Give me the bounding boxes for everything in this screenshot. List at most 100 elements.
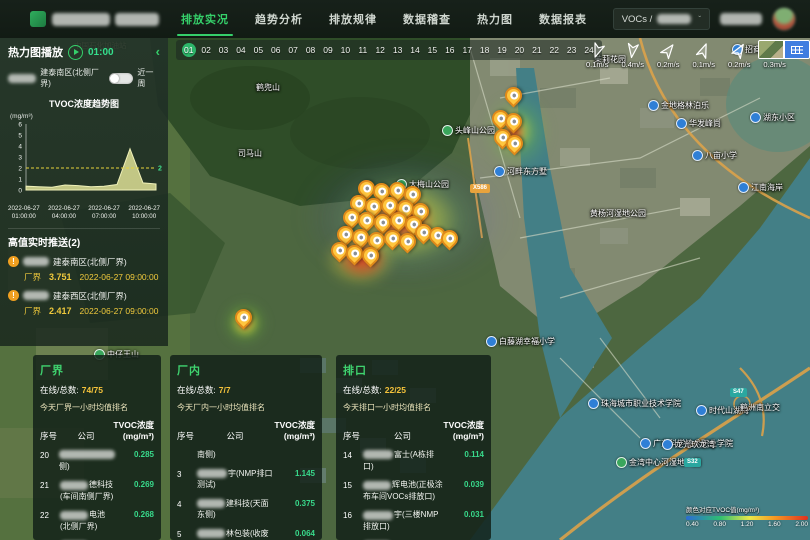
poi-icon — [486, 336, 497, 347]
play-button[interactable] — [68, 45, 83, 60]
company-cell: 富士(A栋排口) — [363, 449, 444, 472]
pollutant-value-redacted — [657, 14, 691, 24]
timeline-hour[interactable]: 18 — [478, 45, 492, 55]
nav-tab[interactable]: 趋势分析 — [255, 11, 303, 27]
wind-speed: 0.2m/s — [728, 60, 751, 69]
table-row[interactable]: 20侧)0.285 — [40, 449, 154, 472]
timeline-hour[interactable]: 20 — [512, 45, 526, 55]
timeline-hour[interactable]: 11 — [356, 45, 370, 55]
wind-speed: 0.1m/s — [692, 60, 715, 69]
company-redacted — [363, 481, 391, 490]
wind-arrow-icon — [727, 39, 750, 62]
table-row[interactable]: 14富士(A栋排口)0.114 — [343, 449, 484, 472]
table-row[interactable]: 15辉电池(正极涂布车间VOCs排放口)0.039 — [343, 479, 484, 502]
timeline-hour[interactable]: 02 — [199, 45, 213, 55]
nav-tab[interactable]: 数据稽查 — [403, 11, 451, 27]
heatmap-playback-title: 热力图播放 — [8, 44, 63, 60]
table-row[interactable]: 3宇(NMP排口测试)1.145 — [177, 468, 315, 491]
poi-icon — [696, 405, 707, 416]
alert-station: 建泰西区(北侧厂界) — [53, 290, 127, 302]
table-row[interactable]: 16宇(三楼NMP排放口)0.031 — [343, 509, 484, 532]
rank-title: 今天厂界一小时均值排名 — [40, 402, 154, 413]
legend-title: 颜色对应TVOC值(mg/m³) — [686, 504, 808, 514]
username-redacted — [720, 13, 762, 25]
col-company: 公司 — [363, 430, 442, 442]
legend-gradient-bar — [686, 516, 808, 520]
range-label: 近一周 — [137, 67, 160, 89]
collapse-chevron-icon[interactable]: ‹ — [156, 47, 160, 57]
company-redacted — [197, 499, 225, 508]
timeline-hour[interactable]: 08 — [304, 45, 318, 55]
tvoc-value: 0.269 — [114, 479, 154, 491]
map-satellite-button[interactable] — [758, 40, 784, 59]
wind-arrow-icon — [693, 39, 715, 61]
timeline-hour[interactable]: 14 — [408, 45, 422, 55]
company-redacted — [23, 291, 49, 300]
map-place-label: 江南海岸 — [738, 182, 783, 193]
timeline-hour[interactable]: 16 — [443, 45, 457, 55]
nav-tab[interactable]: 排放规律 — [329, 11, 377, 27]
trend-chart-unit: (mg/m³) — [10, 113, 160, 120]
timeline-hour[interactable]: 19 — [495, 45, 509, 55]
timeline-hour[interactable]: 15 — [425, 45, 439, 55]
col-company: 公司 — [60, 430, 112, 442]
timeline-hour[interactable]: 12 — [373, 45, 387, 55]
timeline-hour[interactable]: 01 — [182, 43, 196, 57]
table-row[interactable]: 22电池(北侧厂界)0.268 — [40, 509, 154, 532]
poi-icon — [750, 112, 761, 123]
col-no: 序号 — [40, 430, 60, 442]
wind-indicators: 0.1m/s0.4m/s0.2m/s0.1m/s0.2m/s0.3m/s — [586, 42, 786, 69]
svg-text:4: 4 — [18, 144, 22, 151]
timeline-hour[interactable]: 03 — [217, 45, 231, 55]
company-cell: 德科技(车间南侧厂界) — [60, 479, 114, 502]
nav-tab[interactable]: 排放实况 — [181, 11, 229, 27]
timeline-hour[interactable]: 04 — [234, 45, 248, 55]
online-label: 在线/总数: — [40, 385, 79, 395]
company-cell: 南侧) — [197, 449, 275, 461]
timeline-hour[interactable]: 21 — [530, 45, 544, 55]
map-place-label: 湖东小区 — [750, 112, 795, 123]
map-place-label: 头峰山公园 — [442, 125, 495, 136]
timeline-hour[interactable]: 06 — [269, 45, 283, 55]
timeline-hour[interactable]: 23 — [565, 45, 579, 55]
alert-time: 2022-06-27 09:00:00 — [80, 272, 159, 282]
pollutant-select[interactable]: VOCs / ˇ — [613, 8, 710, 30]
timeline-hour[interactable]: 13 — [391, 45, 405, 55]
timeline-hour[interactable]: 10 — [338, 45, 352, 55]
alert-item[interactable]: !建泰南区(北侧厂界)厂界3.7512022-06-27 09:00:00 — [8, 256, 160, 283]
alert-item[interactable]: !建泰西区(北侧厂界)厂界2.4172022-06-27 09:00:00 — [8, 290, 160, 317]
station-name: 建泰南区(北侧厂界) — [40, 67, 105, 89]
warning-icon: ! — [8, 290, 19, 301]
table-row[interactable]: 4建科技(天面东侧)0.375 — [177, 498, 315, 521]
online-count: 22/25 — [385, 385, 406, 395]
timeline-hour[interactable]: 05 — [251, 45, 265, 55]
hour-timeline: 0102 030405 0607 080910 1112 131415 1617 181920… — [176, 40, 602, 60]
tvoc-value: 0.031 — [444, 509, 484, 521]
alert-station: 建泰南区(北侧厂界) — [53, 256, 127, 268]
table-row[interactable]: 南侧) — [177, 449, 315, 461]
col-value: TVOC浓度(mg/m³) — [273, 420, 315, 442]
timeline-hour[interactable]: 17 — [460, 45, 474, 55]
timeline-hour[interactable]: 22 — [547, 45, 561, 55]
high-value-alerts: !建泰南区(北侧厂界)厂界3.7512022-06-27 09:00:00! 建泰… — [8, 256, 160, 317]
table-row[interactable]: 5林包装(收废车间门口)0.064 — [177, 528, 315, 540]
app-title-redacted — [52, 13, 110, 26]
poi-icon — [692, 150, 703, 161]
nav-tab[interactable]: 热力图 — [477, 11, 513, 27]
timeline-hour[interactable]: 07 — [286, 45, 300, 55]
col-no: 序号 — [177, 430, 197, 442]
company-cell: 辉电池(正极涂布车间VOCs排放口) — [363, 479, 444, 502]
nav-tab[interactable]: 数据报表 — [539, 11, 587, 27]
poi-icon — [588, 398, 599, 409]
user-avatar[interactable] — [772, 7, 796, 31]
infactory-panel: 厂内 在线/总数:7/7 今天厂内一小时均值排名 序号 公司 TVOC浓度(mg… — [170, 355, 322, 540]
timeline-hour[interactable]: 09 — [321, 45, 335, 55]
tvoc-value: 0.375 — [275, 498, 315, 510]
range-toggle[interactable] — [109, 73, 133, 84]
topbar-right: VOCs / ˇ — [613, 7, 796, 31]
legend-ticks: 0.400.801.201.602.00 — [686, 521, 808, 528]
map-place-label: 八亩小学 — [692, 150, 737, 161]
company-redacted — [363, 450, 393, 459]
table-row[interactable]: 21德科技(车间南侧厂界)0.269 — [40, 479, 154, 502]
map-roadnet-button[interactable] — [784, 40, 810, 59]
